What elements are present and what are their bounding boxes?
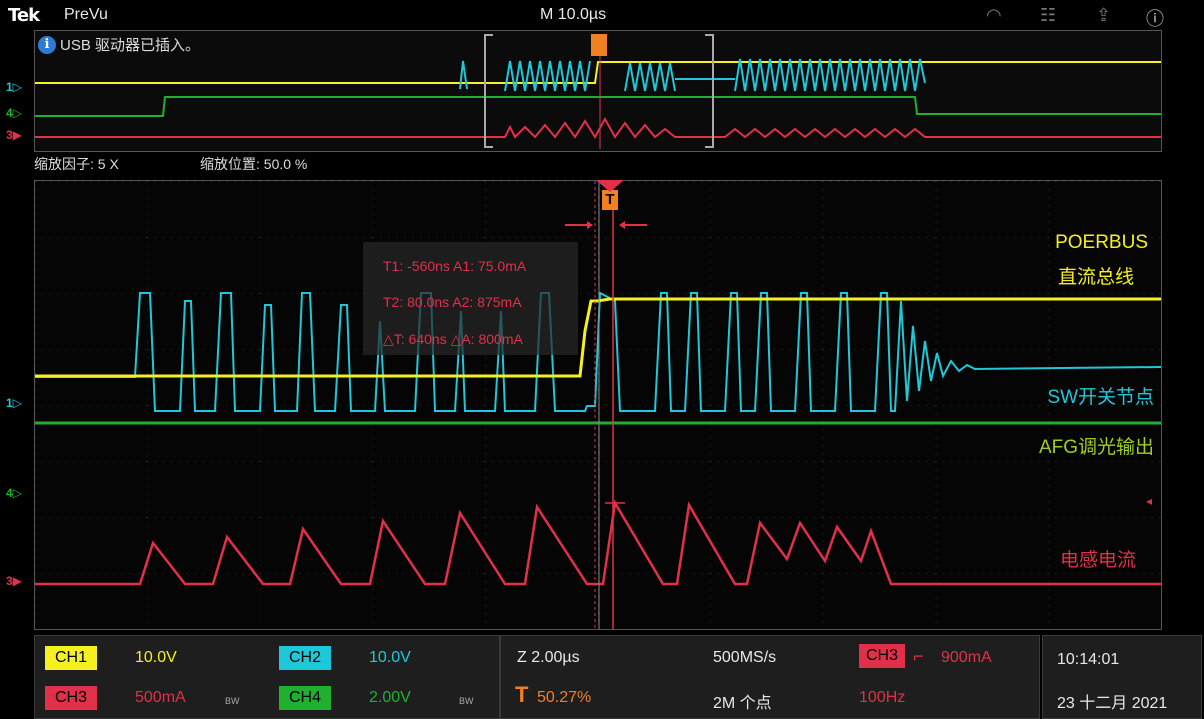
- clock-panel: 10:14:01 23 十二月 2021: [1042, 635, 1202, 719]
- trigger-position-icon[interactable]: T: [602, 190, 618, 210]
- inductor-current-label: 电感电流: [1059, 550, 1136, 571]
- usb-notice[interactable]: i USB 驱动器已插入。: [38, 34, 200, 55]
- cursor-t1-readout: T1: -560ns A1: 75.0mA: [383, 258, 527, 274]
- usb-notice-text: USB 驱动器已插入。: [60, 37, 201, 54]
- ch2-overview-marker[interactable]: 1▷: [6, 80, 22, 94]
- brand-logo: Tek: [8, 5, 40, 26]
- top-bar: Tek PreVu M 10.0µs ◠ ☷ ⇪ ⓘ: [0, 0, 1204, 30]
- main-waveform-panel[interactable]: [34, 180, 1162, 630]
- ch2-main-marker[interactable]: 1▷: [6, 396, 22, 410]
- trigger-level[interactable]: 900mA: [941, 649, 992, 667]
- ch4-bw-indicator: BW: [459, 696, 474, 706]
- export-icon[interactable]: ⇪: [1096, 5, 1111, 26]
- trigger-source-badge[interactable]: CH3: [859, 644, 905, 668]
- zoom-factor: 缩放因子: 5 X: [34, 156, 119, 172]
- trigger-frequency: 100Hz: [859, 689, 906, 706]
- record-length[interactable]: 2M 个点: [713, 689, 772, 713]
- main-waveforms: [35, 181, 1161, 629]
- trigger-level-marker[interactable]: ◂: [1146, 494, 1152, 508]
- ch3-badge[interactable]: CH3: [45, 686, 97, 710]
- afg-label: AFG调光输出: [1038, 437, 1154, 458]
- ch4-main-marker[interactable]: 4▷: [6, 486, 22, 500]
- channel-settings-panel[interactable]: CH1 10.0V CH2 10.0V CH3 500mA BW CH4 2.0…: [34, 635, 500, 719]
- zoom-position: 缩放位置: 50.0 %: [200, 156, 308, 172]
- cursor-t2-readout: T2: 80.0ns A2: 875mA: [383, 294, 522, 310]
- acquisition-panel[interactable]: Z 2.00µs T 50.27% 500MS/s 2M 个点 CH3 ⌐ 90…: [500, 635, 1040, 719]
- overview-trigger-icon: [591, 34, 607, 56]
- ch4-overview-marker[interactable]: 4▷: [6, 106, 22, 120]
- ch4-scale[interactable]: 2.00V: [369, 689, 411, 707]
- ch4-badge[interactable]: CH4: [279, 686, 331, 710]
- poerbus-cn-label: 直流总线: [1057, 267, 1134, 288]
- network-icon[interactable]: ☷: [1040, 5, 1056, 26]
- status-bar: CH1 10.0V CH2 10.0V CH3 500mA BW CH4 2.0…: [0, 633, 1204, 719]
- clock-time: 10:14:01: [1057, 651, 1120, 668]
- ch1-badge[interactable]: CH1: [45, 646, 97, 670]
- zoom-scale[interactable]: Z 2.00µs: [517, 649, 580, 667]
- sw-node-label: SW开关节点: [1047, 387, 1154, 408]
- trigger-level-icon[interactable]: [596, 180, 624, 192]
- poerbus-label: POERBUS: [1055, 232, 1148, 253]
- ch2-scale[interactable]: 10.0V: [369, 649, 411, 667]
- ch1-scale[interactable]: 10.0V: [135, 649, 177, 667]
- ch3-bw-indicator: BW: [225, 696, 240, 706]
- clock-date: 23 十二月 2021: [1057, 695, 1168, 712]
- cursor-readout-box: T1: -560ns A1: 75.0mA T2: 80.0ns A2: 875…: [363, 242, 578, 355]
- trigger-position-value[interactable]: 50.27%: [537, 689, 591, 707]
- wifi-icon[interactable]: ◠: [986, 5, 1002, 26]
- timebase-readout[interactable]: M 10.0µs: [540, 6, 606, 24]
- ch3-scale[interactable]: 500mA: [135, 689, 186, 707]
- trigger-pos-icon: T: [515, 682, 529, 707]
- rising-edge-icon: ⌐: [913, 646, 924, 666]
- ch3-main-marker[interactable]: 3▶: [6, 574, 22, 588]
- sample-rate[interactable]: 500MS/s: [713, 649, 776, 667]
- cursor-delta-readout: △T: 640ns △A: 800mA: [383, 331, 523, 347]
- ch3-overview-marker[interactable]: 3▶: [6, 128, 22, 142]
- mode-label[interactable]: PreVu: [64, 6, 108, 24]
- ch2-badge[interactable]: CH2: [279, 646, 331, 670]
- help-icon[interactable]: ⓘ: [1146, 5, 1164, 31]
- info-icon: i: [38, 35, 56, 54]
